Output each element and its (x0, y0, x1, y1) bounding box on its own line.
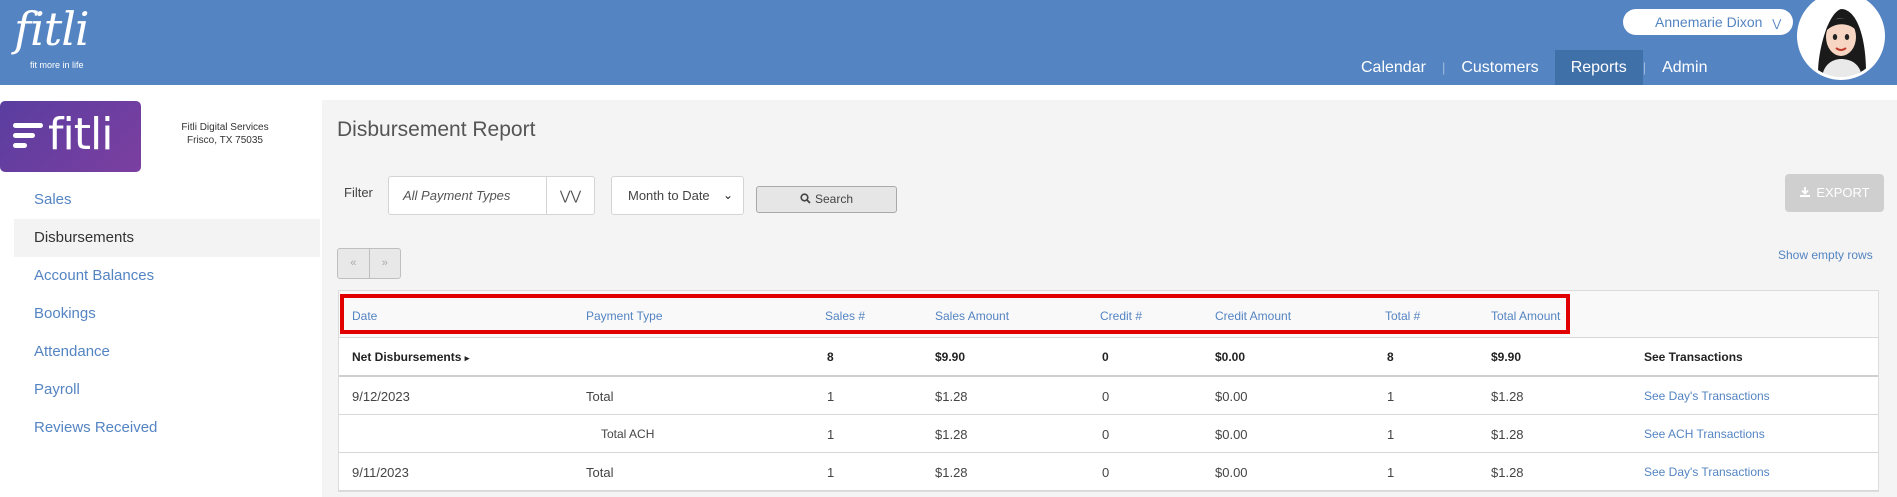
sidebar-item-reviews-received[interactable]: Reviews Received (14, 409, 320, 447)
net-total-count: 8 (1387, 350, 1394, 364)
row-date: 9/12/2023 (352, 389, 410, 404)
row-sales-count: 1 (827, 427, 835, 442)
column-header-date[interactable]: Date (352, 309, 377, 323)
search-button[interactable]: Search (756, 186, 897, 213)
period-select[interactable]: Month to Date ⌄ (611, 176, 744, 215)
row-total-amount: $1.28 (1491, 465, 1524, 480)
export-label: EXPORT (1816, 185, 1870, 200)
table-row: 9/11/2023 Total 1 $1.28 0 $0.00 1 $1.28 … (339, 453, 1878, 491)
table-row: 9/12/2023 Total 1 $1.28 0 $0.00 1 $1.28 … (339, 377, 1878, 415)
row-date: 9/11/2023 (352, 465, 409, 480)
table-header: Date Payment Type Sales # Sales Amount C… (339, 291, 1878, 338)
user-name: Annemarie Dixon (1655, 14, 1763, 30)
row-sales-amount: $1.28 (935, 427, 968, 442)
nav-admin[interactable]: Admin (1646, 50, 1723, 85)
column-header-total-amount[interactable]: Total Amount (1491, 309, 1560, 323)
net-sales-amount: $9.90 (935, 350, 966, 364)
sidebar-item-attendance[interactable]: Attendance (14, 333, 320, 371)
chevron-down-icon: ⋁ (1772, 18, 1782, 30)
see-transactions-link[interactable]: See Transactions (1644, 350, 1743, 364)
sidebar-item-payroll[interactable]: Payroll (14, 371, 320, 409)
column-header-total-count[interactable]: Total # (1385, 309, 1420, 323)
nav-customers[interactable]: Customers (1445, 50, 1554, 85)
row-credit-count: 0 (1102, 389, 1110, 404)
filter-label: Filter (344, 185, 373, 200)
row-credit-amount: $0.00 (1215, 389, 1248, 404)
column-header-credit-amount[interactable]: Credit Amount (1215, 309, 1291, 323)
page-title: Disbursement Report (337, 118, 536, 141)
next-page-button[interactable]: » (370, 249, 401, 278)
row-credit-count: 0 (1102, 427, 1110, 442)
logo-word: fitli (14, 2, 90, 56)
top-navigation: Calendar | Customers Reports | Admin (1345, 50, 1723, 85)
avatar-illustration-icon (1800, 0, 1882, 77)
search-label: Search (814, 192, 854, 206)
net-sales-count: 8 (827, 350, 834, 364)
net-credit-amount: $0.00 (1215, 350, 1246, 364)
payment-type-multiselect[interactable]: All Payment Types ⋁⋁ (388, 176, 595, 215)
table-row-net-disbursements: Net Disbursements ▸ 8 $9.90 0 $0.00 8 $9… (339, 338, 1878, 377)
row-total-amount: $1.28 (1491, 389, 1524, 404)
net-total-amount: $9.90 (1491, 350, 1522, 364)
row-payment-type: Total (586, 389, 614, 404)
row-total-count: 1 (1387, 389, 1395, 404)
pager: « » (337, 248, 401, 279)
row-sales-count: 1 (827, 465, 835, 480)
user-avatar[interactable] (1797, 0, 1885, 80)
see-days-transactions-link[interactable]: See Day's Transactions (1644, 465, 1770, 479)
sidebar-item-account-balances[interactable]: Account Balances (14, 257, 320, 295)
nav-reports[interactable]: Reports (1554, 50, 1643, 85)
row-total-amount: $1.28 (1491, 427, 1524, 442)
logo-lines-icon (13, 123, 43, 153)
export-button[interactable]: EXPORT (1785, 174, 1884, 212)
see-days-transactions-link[interactable]: See Day's Transactions (1644, 389, 1770, 403)
period-value: Month to Date (628, 188, 710, 203)
sidebar-item-sales[interactable]: Sales (14, 181, 320, 219)
column-header-credit-count[interactable]: Credit # (1100, 309, 1142, 323)
nav-calendar[interactable]: Calendar (1345, 50, 1442, 85)
top-header-bar: fitli fit more in life Annemarie Dixon ⋁… (0, 0, 1897, 85)
table-row: Total ACH 1 $1.28 0 $0.00 1 $1.28 See AC… (339, 415, 1878, 453)
column-header-payment-type[interactable]: Payment Type (586, 309, 663, 323)
payment-type-placeholder: All Payment Types (403, 188, 511, 203)
chevron-down-icon: ⌄ (722, 188, 733, 202)
row-sales-amount: $1.28 (935, 465, 968, 480)
logo-tagline: fit more in life (30, 60, 84, 70)
previous-page-button[interactable]: « (338, 249, 370, 278)
row-total-count: 1 (1387, 427, 1395, 442)
business-name: Fitli Digital Services (181, 122, 269, 133)
report-content: Disbursement Report Filter All Payment T… (322, 100, 1897, 497)
row-total-count: 1 (1387, 465, 1395, 480)
fitli-logo[interactable]: fitli fit more in life (14, 2, 90, 70)
reports-sidebar: fitli Fitli Digital Services Frisco, TX … (0, 85, 320, 497)
row-sales-count: 1 (827, 389, 835, 404)
column-header-sales-count[interactable]: Sales # (825, 309, 865, 323)
net-label[interactable]: Net Disbursements ▸ (352, 350, 469, 364)
business-address: Frisco, TX 75035 (187, 135, 263, 146)
show-empty-rows-link[interactable]: Show empty rows (1778, 248, 1873, 262)
row-payment-type: Total ACH (601, 427, 655, 441)
caret-right-icon: ▸ (464, 353, 470, 363)
report-menu: Sales Disbursements Account Balances Boo… (14, 181, 320, 447)
see-ach-transactions-link[interactable]: See ACH Transactions (1644, 427, 1765, 441)
business-info: Fitli Digital Services Frisco, TX 75035 (180, 121, 270, 147)
row-sales-amount: $1.28 (935, 389, 968, 404)
net-credit-count: 0 (1102, 350, 1109, 364)
user-menu-button[interactable]: Annemarie Dixon ⋁ (1623, 9, 1793, 35)
search-icon (800, 193, 811, 204)
row-credit-amount: $0.00 (1215, 465, 1248, 480)
row-payment-type: Total (586, 465, 614, 480)
download-icon (1800, 187, 1811, 197)
double-chevron-down-icon[interactable]: ⋁⋁ (546, 177, 594, 214)
disbursement-table: Date Payment Type Sales # Sales Amount C… (338, 290, 1879, 492)
column-header-sales-amount[interactable]: Sales Amount (935, 309, 1009, 323)
row-credit-count: 0 (1102, 465, 1110, 480)
sidebar-item-bookings[interactable]: Bookings (14, 295, 320, 333)
brand-word: fitli (48, 109, 113, 160)
business-logo: fitli (0, 101, 141, 172)
row-credit-amount: $0.00 (1215, 427, 1248, 442)
sidebar-item-disbursements[interactable]: Disbursements (14, 219, 320, 257)
